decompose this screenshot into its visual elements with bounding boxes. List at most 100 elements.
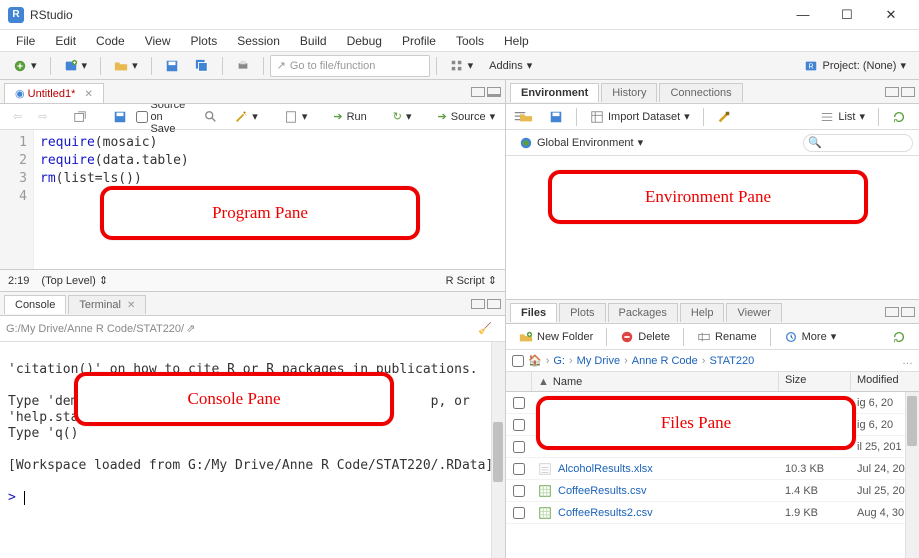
select-all-checkbox[interactable] bbox=[512, 355, 524, 367]
file-checkbox[interactable] bbox=[513, 419, 525, 431]
tab-help[interactable]: Help bbox=[680, 303, 725, 322]
console-tabs: Console Terminal✕ bbox=[0, 292, 505, 316]
menu-debug[interactable]: Debug bbox=[339, 32, 390, 50]
more-button[interactable]: More ▾ bbox=[777, 326, 844, 348]
file-row[interactable]: il 25, 201 bbox=[506, 436, 919, 458]
console-output[interactable]: 'citation()' on how to cite R or R packa… bbox=[0, 342, 505, 558]
tab-viewer[interactable]: Viewer bbox=[726, 303, 781, 322]
refresh-env-button[interactable] bbox=[885, 106, 913, 128]
menu-help[interactable]: Help bbox=[496, 32, 537, 50]
path-more-icon[interactable]: … bbox=[902, 355, 913, 367]
file-checkbox[interactable] bbox=[513, 441, 525, 453]
source-on-save-checkbox[interactable] bbox=[136, 111, 148, 123]
tab-untitled1[interactable]: ◉ Untitled1* ✕ bbox=[4, 83, 104, 103]
save-all-button[interactable] bbox=[188, 55, 216, 77]
show-in-new-window[interactable] bbox=[66, 106, 94, 128]
run-button[interactable]: ➔Run bbox=[326, 106, 373, 128]
clear-console-button[interactable]: 🧹 bbox=[471, 318, 499, 340]
code-editor[interactable]: 1 2 3 4 require(mosaic) require(data.tab… bbox=[0, 130, 505, 269]
import-dataset-button[interactable]: Import Dataset ▾ bbox=[583, 106, 697, 128]
tab-plots[interactable]: Plots bbox=[559, 303, 605, 322]
file-row[interactable]: CoffeeResults.csv1.4 KBJul 25, 201 bbox=[506, 480, 919, 502]
col-modified[interactable]: Modified bbox=[851, 372, 919, 391]
new-file-button[interactable]: ▾ bbox=[6, 55, 44, 77]
menu-file[interactable]: File bbox=[8, 32, 43, 50]
pane-minmax[interactable] bbox=[471, 87, 501, 97]
new-folder-button[interactable]: New Folder bbox=[512, 326, 600, 348]
close-tab-icon[interactable]: ✕ bbox=[84, 89, 92, 100]
col-size[interactable]: Size bbox=[779, 372, 851, 391]
menu-edit[interactable]: Edit bbox=[47, 32, 84, 50]
rerun-button[interactable]: ↻▾ bbox=[386, 106, 419, 128]
file-checkbox[interactable] bbox=[513, 397, 525, 409]
menu-profile[interactable]: Profile bbox=[394, 32, 444, 50]
file-checkbox[interactable] bbox=[513, 507, 525, 519]
env-search[interactable]: 🔍 bbox=[803, 134, 913, 152]
file-checkbox[interactable] bbox=[513, 463, 525, 475]
source-btn-label: Source bbox=[451, 111, 486, 123]
pane-minmax[interactable] bbox=[885, 87, 915, 97]
save-button[interactable] bbox=[158, 55, 186, 77]
crumb-drive[interactable]: G: bbox=[553, 355, 565, 367]
scope-button[interactable]: Global Environment ▾ bbox=[512, 132, 650, 154]
menu-code[interactable]: Code bbox=[88, 32, 133, 50]
lang-selector[interactable]: R Script ⇕ bbox=[446, 274, 497, 287]
load-workspace-button[interactable] bbox=[512, 106, 540, 128]
menu-plots[interactable]: Plots bbox=[183, 32, 226, 50]
console-path-icon[interactable]: ⇗ bbox=[186, 322, 195, 335]
file-row[interactable]: ig 6, 20 bbox=[506, 392, 919, 414]
console-toolbar: G:/My Drive/Anne R Code/STAT220/ ⇗ 🧹 bbox=[0, 316, 505, 342]
crumb-stat220[interactable]: STAT220 bbox=[709, 355, 754, 367]
rename-button[interactable]: Rename bbox=[690, 326, 764, 348]
home-icon[interactable]: 🏠 bbox=[528, 354, 542, 367]
pane-minmax[interactable] bbox=[471, 299, 501, 309]
col-name[interactable]: ▲Name bbox=[532, 372, 779, 391]
file-row[interactable]: ig 6, 20 bbox=[506, 414, 919, 436]
grid-button[interactable]: ▾ bbox=[443, 55, 481, 77]
tab-files[interactable]: Files bbox=[510, 303, 557, 322]
file-row[interactable]: AlcoholResults.xlsx10.3 KBJul 24, 201 bbox=[506, 458, 919, 480]
file-row[interactable]: CoffeeResults2.csv1.9 KBAug 4, 30 bbox=[506, 502, 919, 524]
refresh-files-button[interactable] bbox=[885, 326, 913, 348]
menu-build[interactable]: Build bbox=[292, 32, 335, 50]
tab-console[interactable]: Console bbox=[4, 295, 66, 314]
file-checkbox[interactable] bbox=[513, 485, 525, 497]
list-view-button[interactable]: List ▾ bbox=[813, 106, 872, 128]
crumb-anne[interactable]: Anne R Code bbox=[632, 355, 698, 367]
source-button[interactable]: ➔Source ▾ bbox=[431, 106, 503, 128]
maximize-button[interactable]: ☐ bbox=[827, 2, 867, 28]
menu-tools[interactable]: Tools bbox=[448, 32, 492, 50]
save-source-button[interactable] bbox=[106, 106, 134, 128]
new-project-button[interactable]: ▾ bbox=[57, 55, 95, 77]
tab-packages[interactable]: Packages bbox=[608, 303, 678, 322]
scrollbar[interactable] bbox=[491, 342, 505, 558]
menu-session[interactable]: Session bbox=[229, 32, 288, 50]
save-workspace-button[interactable] bbox=[542, 106, 570, 128]
wand-button[interactable]: ▾ bbox=[227, 106, 265, 128]
scope-selector[interactable]: (Top Level) ⇕ bbox=[41, 274, 108, 287]
file-header: ▲Name Size Modified bbox=[506, 372, 919, 392]
project-button[interactable]: RProject: (None) ▾ bbox=[797, 55, 913, 77]
console-path: G:/My Drive/Anne R Code/STAT220/ bbox=[6, 323, 184, 335]
scrollbar[interactable] bbox=[905, 392, 919, 558]
notebook-button[interactable]: ▾ bbox=[277, 106, 315, 128]
menu-view[interactable]: View bbox=[137, 32, 179, 50]
crumb-mydrive[interactable]: My Drive bbox=[577, 355, 620, 367]
goto-file-function[interactable]: ↗Go to file/function bbox=[270, 55, 430, 77]
minimize-button[interactable]: — bbox=[783, 2, 823, 28]
pane-minmax[interactable] bbox=[885, 307, 915, 317]
clear-env-button[interactable] bbox=[710, 106, 738, 128]
tab-environment[interactable]: Environment bbox=[510, 83, 599, 102]
find-button[interactable] bbox=[197, 106, 225, 128]
fwd-button[interactable]: ⇨ bbox=[31, 106, 54, 128]
tab-connections[interactable]: Connections bbox=[659, 83, 742, 102]
tab-terminal[interactable]: Terminal✕ bbox=[68, 295, 146, 314]
back-button[interactable]: ⇦ bbox=[6, 106, 29, 128]
close-button[interactable]: ✕ bbox=[871, 2, 911, 28]
print-button[interactable] bbox=[229, 55, 257, 77]
tab-history[interactable]: History bbox=[601, 83, 657, 102]
open-file-button[interactable]: ▾ bbox=[107, 55, 145, 77]
close-icon[interactable]: ✕ bbox=[127, 300, 135, 311]
addins-button[interactable]: Addins ▾ bbox=[482, 55, 539, 77]
delete-button[interactable]: Delete bbox=[613, 326, 677, 348]
